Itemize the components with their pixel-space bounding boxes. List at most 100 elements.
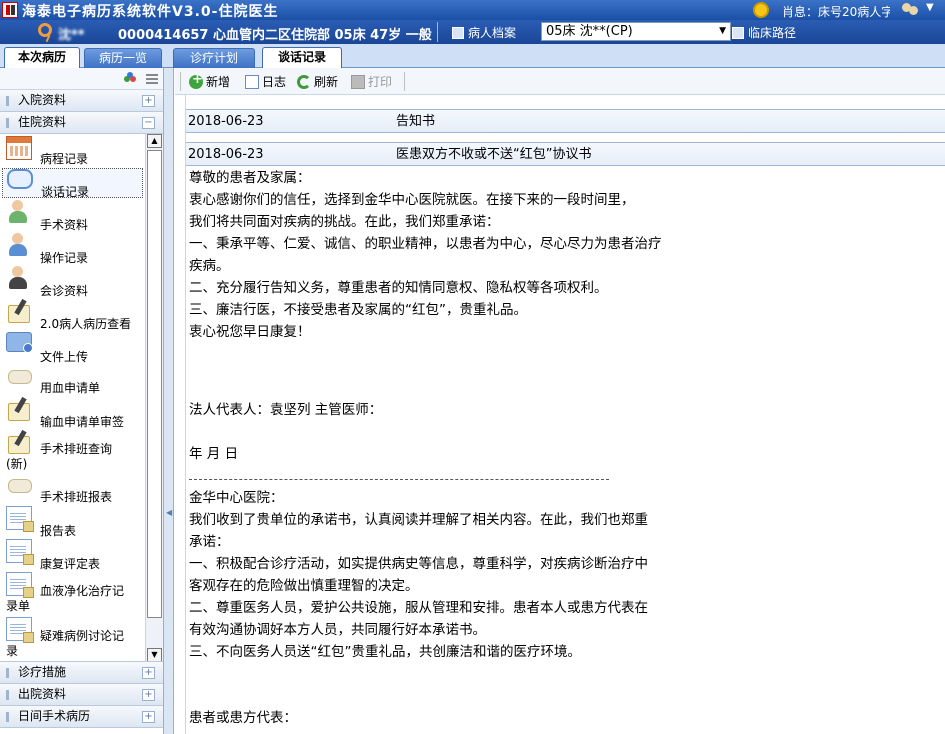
patient-info: 0000414657 心血管内二区住院部 05床 47岁 一般: [118, 28, 432, 43]
sidebar-scrollbar[interactable]: ▲ ▼: [145, 134, 163, 661]
scroll-down-icon[interactable]: ▼: [147, 648, 162, 661]
sidebar-item-progress-notes[interactable]: 病程记录: [2, 136, 143, 166]
surgery-schedule-icon: [6, 430, 32, 454]
sidebar-item-record-viewer[interactable]: 2.0病人病历查看: [2, 299, 143, 331]
sidebar-item-surgery[interactable]: 手术资料: [2, 200, 143, 232]
record-title: 医患双方不收或不送“红包”协议书: [396, 147, 592, 162]
expand-icon[interactable]: +: [142, 667, 155, 679]
sidebar-item-label-line2: 录单: [6, 599, 31, 613]
sidebar-item-operation[interactable]: 操作记录: [2, 233, 143, 265]
add-button[interactable]: 新增: [189, 72, 231, 90]
patient-search-icon[interactable]: [38, 23, 52, 37]
document-line: 承诺：: [189, 534, 230, 550]
log-button[interactable]: 日志: [245, 73, 286, 90]
sidebar-item-schedule-report[interactable]: 手术排班报表: [2, 474, 143, 504]
dialysis-icon: [6, 572, 34, 598]
chevron-down-icon[interactable]: ▼: [926, 2, 934, 13]
sidebar-item-report[interactable]: 报告表: [2, 506, 143, 538]
sidebar-item-transfusion-sign[interactable]: 输血申请单审签: [2, 397, 143, 429]
sidebar-item-blood-request[interactable]: 用血申请单: [2, 365, 143, 395]
document-line: 有效沟通协调好本方人员，共同履行好本承诺书。: [189, 622, 486, 638]
document-line: 疾病。: [189, 258, 230, 274]
group-label: 日间手术病历: [18, 709, 91, 723]
sidebar-item-label: 输血申请单审签: [40, 415, 125, 429]
rehab-icon: [6, 539, 34, 565]
sidebar-item-dialysis[interactable]: 血液净化治疗记 录单: [2, 572, 143, 614]
report-icon: [6, 506, 34, 532]
refresh-label: 刷新: [314, 75, 339, 89]
tab-current-record[interactable]: 本次病历: [4, 47, 80, 69]
palette-icon[interactable]: [124, 72, 136, 85]
record-row[interactable]: 2018-06-23 医患双方不收或不送“红包”协议书: [186, 142, 945, 166]
sidebar-item-consultation[interactable]: 会诊资料: [2, 266, 143, 298]
transfusion-sign-icon: [6, 397, 32, 421]
sidebar-item-label-line2: 录: [6, 644, 19, 658]
add-label: 新增: [206, 75, 231, 89]
document-line: 年 月 日: [189, 446, 239, 462]
expand-icon[interactable]: +: [142, 711, 155, 723]
refresh-button[interactable]: 刷新: [297, 73, 338, 90]
tab-treatment-plan[interactable]: 诊疗计划: [173, 48, 255, 68]
notification-icon[interactable]: [753, 2, 769, 18]
message-ticker[interactable]: 肖息：床号20病人字: [782, 3, 890, 20]
record-content: 2018-06-23 告知书 2018-06-23 医患双方不收或不送“红包”协…: [185, 95, 945, 734]
divider-dashed: [189, 479, 609, 480]
patient-record-button[interactable]: 病人档案: [452, 24, 516, 41]
expand-icon[interactable]: +: [142, 689, 155, 701]
sidebar-item-label: 手术排班查询: [40, 442, 113, 456]
collapse-icon[interactable]: −: [142, 117, 155, 129]
speech-bubble-icon: [7, 169, 33, 189]
print-icon: [351, 75, 365, 89]
sidebar-item-label: 操作记录: [40, 251, 89, 265]
panel-splitter[interactable]: ◀: [164, 68, 174, 734]
sidebar-item-case-discussion[interactable]: 疑难病例讨论记 录: [2, 617, 143, 659]
group-inpatient[interactable]: 住院资料 −: [0, 112, 163, 134]
title-bar: 海泰电子病历系统软件V3.0-住院医生 肖息：床号20病人字 ▼: [0, 0, 945, 20]
patient-select-value: 05床 沈**(CP): [546, 24, 633, 39]
expand-icon[interactable]: +: [142, 95, 155, 107]
blood-request-icon: [6, 365, 32, 389]
print-label: 打印: [368, 75, 393, 89]
sidebar: 入院资料 + 住院资料 − 病程记录 谈话记录 手术资料 操作记录 会诊资料 2.0…: [0, 68, 164, 734]
sidebar-toolbar: [0, 68, 163, 90]
sidebar-item-conversation[interactable]: 谈话记录: [2, 168, 143, 199]
patient-select[interactable]: 05床 沈**(CP) ▼: [541, 22, 731, 41]
sidebar-item-label: 手术资料: [40, 218, 89, 232]
print-button[interactable]: 打印: [351, 73, 392, 90]
sidebar-item-label: 会诊资料: [40, 284, 89, 298]
document-line: 一、积极配合诊疗活动，如实提供病史等信息，尊重科学，对疾病诊断治疗中: [189, 556, 648, 572]
schedule-report-icon: [6, 474, 32, 498]
record-row[interactable]: 2018-06-23 告知书: [186, 109, 945, 133]
divider: [180, 72, 181, 91]
group-treatment[interactable]: 诊疗措施 +: [0, 662, 163, 684]
operation-icon: [6, 233, 32, 257]
group-day-surgery[interactable]: 日间手术病历 +: [0, 706, 163, 728]
record-icon: [452, 27, 464, 39]
sidebar-item-surgery-schedule[interactable]: 手术排班查询 (新): [2, 430, 143, 472]
sidebar-item-label: 康复评定表: [40, 557, 101, 571]
tab-record-overview[interactable]: 病历一览: [84, 48, 162, 68]
sidebar-item-file-upload[interactable]: 文件上传: [2, 332, 143, 364]
document-line: 法人代表人：袁坚列 主管医师：: [189, 402, 383, 418]
group-discharge[interactable]: 出院资料 +: [0, 684, 163, 706]
sidebar-item-label: 文件上传: [40, 350, 89, 364]
record-date: 2018-06-23: [188, 114, 264, 129]
sidebar-item-label: 手术排班报表: [40, 490, 113, 504]
sidebar-item-label: 血液净化治疗记: [40, 584, 125, 598]
scroll-up-icon[interactable]: ▲: [147, 134, 162, 148]
document-line: 二、充分履行告知义务，尊重患者的知情同意权、隐私权等各项权利。: [189, 280, 608, 296]
list-icon[interactable]: [146, 74, 158, 84]
case-discussion-icon: [6, 617, 34, 643]
group-admission[interactable]: 入院资料 +: [0, 90, 163, 112]
clinical-path-button[interactable]: 临床路径: [732, 24, 796, 41]
group-label: 住院资料: [18, 115, 67, 129]
users-icon[interactable]: [902, 3, 920, 17]
sidebar-item-rehab[interactable]: 康复评定表: [2, 539, 143, 571]
patient-name: 沈**: [58, 28, 85, 43]
scroll-thumb[interactable]: [147, 150, 162, 618]
sidebar-item-label: 疑难病例讨论记: [40, 629, 125, 643]
collapse-arrow-icon[interactable]: ◀: [166, 508, 172, 518]
tab-conversation-records[interactable]: 谈话记录: [262, 47, 342, 69]
log-label: 日志: [262, 75, 287, 89]
record-date: 2018-06-23: [188, 147, 264, 162]
